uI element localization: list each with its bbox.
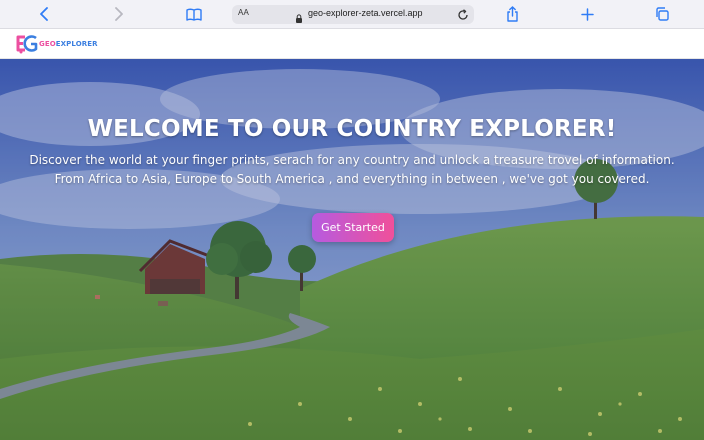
hero-subtitle-line-2: From Africa to Asia, Europe to South Ame… <box>54 172 650 186</box>
lock-icon <box>295 10 303 28</box>
logo-text: GEOEXPLORER <box>39 40 98 48</box>
new-tab-icon[interactable] <box>576 4 598 24</box>
hero-section: WELCOME TO OUR COUNTRY EXPLORER! Discove… <box>0 59 704 440</box>
logo-mark <box>16 34 38 54</box>
share-icon[interactable] <box>501 4 523 24</box>
reload-icon[interactable] <box>457 8 469 26</box>
back-icon[interactable] <box>33 4 55 24</box>
reader-mode-button[interactable]: AA <box>238 8 249 17</box>
hero-title: WELCOME TO OUR COUNTRY EXPLORER! <box>87 116 617 142</box>
hero-subtitle: Discover the world at your finger prints… <box>20 151 684 189</box>
site-logo[interactable]: GEOEXPLORER <box>16 34 98 54</box>
get-started-button[interactable]: Get Started <box>312 213 394 242</box>
address-bar[interactable]: AA geo-explorer-zeta.vercel.app <box>232 5 474 24</box>
bookmarks-icon[interactable] <box>183 4 205 24</box>
url-text: geo-explorer-zeta.vercel.app <box>308 8 423 18</box>
browser-toolbar: AA geo-explorer-zeta.vercel.app <box>0 0 704 29</box>
tabs-overview-icon[interactable] <box>651 4 673 24</box>
forward-icon[interactable] <box>108 4 130 24</box>
site-header: GEOEXPLORER <box>0 29 704 59</box>
hero-subtitle-line-1: Discover the world at your finger prints… <box>29 153 675 167</box>
